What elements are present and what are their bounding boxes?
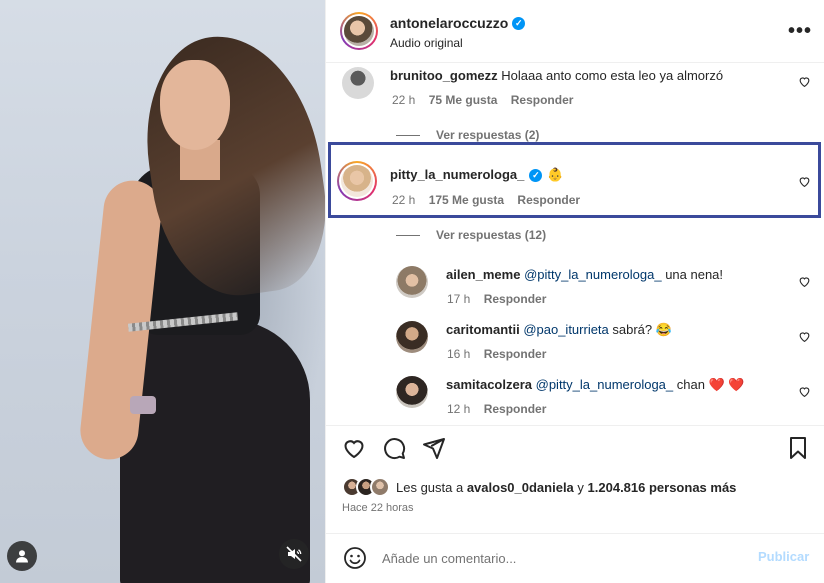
likes-count[interactable]: 1.204.816 personas más [588,480,737,495]
reply-time: 12 h [447,402,471,416]
liker-avatar[interactable] [370,477,390,497]
comment-likes[interactable]: 175 Me gusta [429,193,504,207]
emoji-icon[interactable] [343,546,367,570]
comment-text: brunitoo_gomezz Holaaa anto como esta le… [390,67,723,85]
reply-meta: 17 h Responder [447,292,546,306]
reply-button[interactable]: Responder [484,347,547,361]
like-reply-heart-icon[interactable] [798,330,811,343]
replier-avatar[interactable] [396,321,428,353]
reply-mention[interactable]: @pao_iturrieta [523,322,608,337]
comment-input[interactable] [382,548,742,568]
post-media[interactable] [0,0,325,583]
likes-user[interactable]: avalos0_0daniela [467,480,574,495]
comment-composer: Publicar [326,533,824,583]
comment-bubble-icon[interactable] [382,436,406,460]
post-timestamp[interactable]: Hace 22 horas [342,502,414,514]
verified-icon: ✓ [512,16,526,30]
author-username-row: antonelaroccuzzo ✓ [390,15,526,31]
like-reply-heart-icon[interactable] [798,385,811,398]
comment-username[interactable]: brunitoo_gomezz [390,68,498,83]
photo-face [160,60,230,150]
comment-text: pitty_la_numerologa_ ✓ 👶 [390,166,564,184]
commenter-avatar[interactable] [337,161,377,201]
user-icon [16,550,28,563]
comment-username[interactable]: pitty_la_numerologa_ [390,166,524,184]
reply-button[interactable]: Responder [511,93,574,107]
reply-time: 17 h [447,292,471,306]
view-replies-button[interactable]: Ver respuestas (2) [396,128,539,142]
reply-meta: 12 h Responder [447,402,546,416]
verified-icon: ✓ [529,168,543,182]
more-options-button[interactable]: ••• [788,20,812,43]
comment-body: Holaaa anto como esta leo ya almorzó [501,68,724,83]
view-replies-label: Ver respuestas (12) [436,228,547,242]
reply-button[interactable]: Responder [484,402,547,416]
replier-avatar[interactable] [396,266,428,298]
like-heart-icon[interactable] [342,436,366,460]
like-comment-heart-icon[interactable] [798,75,811,88]
reply-button[interactable]: Responder [517,193,580,207]
comment-meta: 22 h 175 Me gusta Responder [392,193,580,207]
post-detail-panel: antonelaroccuzzo ✓ Audio original ••• br… [325,0,824,583]
likes-middle: y [573,479,588,495]
reply-meta: 16 h Responder [447,347,546,361]
commenter-avatar[interactable] [342,67,374,99]
like-comment-heart-icon[interactable] [798,175,811,188]
reply-time: 16 h [447,347,471,361]
reply-body: una nena! [661,267,724,282]
share-send-icon[interactable] [422,436,446,460]
comment-meta: 22 h 75 Me gusta Responder [392,93,573,107]
reply-username[interactable]: caritomantii [446,322,520,337]
save-bookmark-icon[interactable] [786,436,810,460]
reply-text: ailen_meme @pitty_la_numerologa_ una nen… [446,266,723,284]
tagged-users-button[interactable] [7,541,37,571]
reply-text: samitacolzera @pitty_la_numerologa_ chan… [446,376,745,394]
replier-avatar[interactable] [396,376,428,408]
more-horizontal-icon: ••• [788,20,813,42]
reply-button[interactable]: Responder [484,292,547,306]
reply-username[interactable]: samitacolzera [446,377,532,392]
comment-time: 22 h [392,93,416,107]
publish-button[interactable]: Publicar [758,549,809,564]
reply-text: caritomantii @pao_iturrieta sabrá? 😂 [446,321,672,339]
photo-watch [130,396,156,414]
audio-label[interactable]: Audio original [390,36,463,50]
comment-body: 👶 [547,167,564,182]
post-header: antonelaroccuzzo ✓ Audio original ••• [326,0,824,63]
reply-mention[interactable]: @pitty_la_numerologa_ [524,267,662,282]
comment-likes[interactable]: 75 Me gusta [429,93,498,107]
comment-time: 22 h [392,193,416,207]
likes-summary: Les gusta a avalos0_0daniela y 1.204.816… [342,476,736,498]
author-avatar[interactable] [340,12,378,50]
replies-divider [396,134,420,136]
view-replies-button[interactable]: Ver respuestas (12) [396,228,546,242]
likes-text: Les gusta a avalos0_0daniela y 1.204.816… [396,480,736,495]
replies-divider [396,234,420,236]
reply-mention[interactable]: @pitty_la_numerologa_ [536,377,674,392]
author-username[interactable]: antonelaroccuzzo [390,15,508,31]
post-actions-bar [326,425,824,469]
mute-button[interactable] [279,539,309,569]
view-replies-label: Ver respuestas (2) [436,128,540,142]
reply-body: sabrá? 😂 [608,322,672,337]
muted-speaker-icon [286,546,302,562]
like-reply-heart-icon[interactable] [798,275,811,288]
reply-username[interactable]: ailen_meme [446,267,520,282]
likes-prefix: Les gusta a [396,479,467,495]
reply-body: chan ❤️ ❤️ [673,377,745,392]
